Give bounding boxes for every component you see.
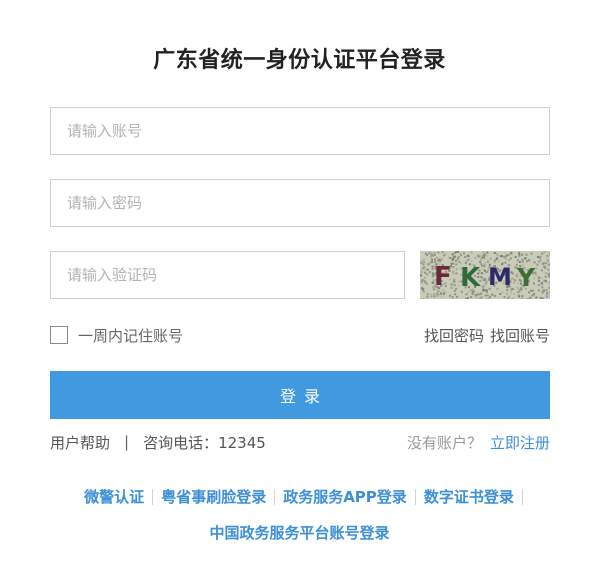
help-separator: | bbox=[124, 433, 130, 451]
captcha-image[interactable]: F K M Y bbox=[420, 251, 550, 299]
register-row: 没有账户？ 立即注册 bbox=[407, 432, 550, 452]
remember-label: 一周内记住账号 bbox=[78, 326, 184, 345]
username-field-wrapper bbox=[50, 107, 550, 155]
svg-text:Y: Y bbox=[516, 263, 536, 292]
login-button[interactable]: 登录 bbox=[50, 371, 550, 419]
help-row: 用户帮助 | 咨询电话：12345 bbox=[50, 432, 266, 452]
svg-text:F: F bbox=[434, 262, 452, 292]
login-page: 广东省统一身份认证平台登录 F K M Y 一周内记住账号 找回密码 找回账号 … bbox=[0, 0, 599, 566]
register-link[interactable]: 立即注册 bbox=[490, 432, 550, 453]
alt-login-wechat-police[interactable]: 微警认证 bbox=[76, 486, 152, 507]
recover-account-link[interactable]: 找回账号 bbox=[490, 325, 550, 346]
recover-password-link[interactable]: 找回密码 bbox=[424, 325, 484, 346]
captcha-field-wrapper bbox=[50, 251, 405, 299]
alt-login-divider bbox=[521, 488, 523, 505]
captcha-noise-graphic: F K M Y bbox=[420, 251, 550, 299]
username-input[interactable] bbox=[51, 108, 549, 154]
password-input[interactable] bbox=[51, 180, 549, 226]
svg-text:M: M bbox=[488, 263, 512, 291]
password-field-wrapper bbox=[50, 179, 550, 227]
alternative-logins: 微警认证 粤省事刷脸登录 政务服务APP登录 数字证书登录 bbox=[0, 486, 599, 507]
svg-text:K: K bbox=[460, 263, 481, 293]
user-help-link[interactable]: 用户帮助 bbox=[50, 432, 110, 453]
alt-login-digital-cert[interactable]: 数字证书登录 bbox=[416, 486, 522, 507]
alt-login-face-scan[interactable]: 粤省事刷脸登录 bbox=[153, 486, 274, 507]
hotline-text: 咨询电话：12345 bbox=[143, 433, 266, 452]
remember-me[interactable]: 一周内记住账号 bbox=[50, 325, 183, 345]
page-title: 广东省统一身份认证平台登录 bbox=[153, 48, 446, 73]
remember-checkbox[interactable] bbox=[50, 326, 68, 344]
alt-login-national-platform[interactable]: 中国政务服务平台账号登录 bbox=[209, 524, 389, 542]
recover-links: 找回密码 找回账号 bbox=[424, 325, 550, 345]
no-account-text: 没有账户？ bbox=[406, 433, 482, 452]
alt-login-gov-app[interactable]: 政务服务APP登录 bbox=[275, 486, 415, 507]
national-login-row: 中国政务服务平台账号登录 bbox=[0, 522, 599, 543]
captcha-input[interactable] bbox=[51, 252, 404, 298]
